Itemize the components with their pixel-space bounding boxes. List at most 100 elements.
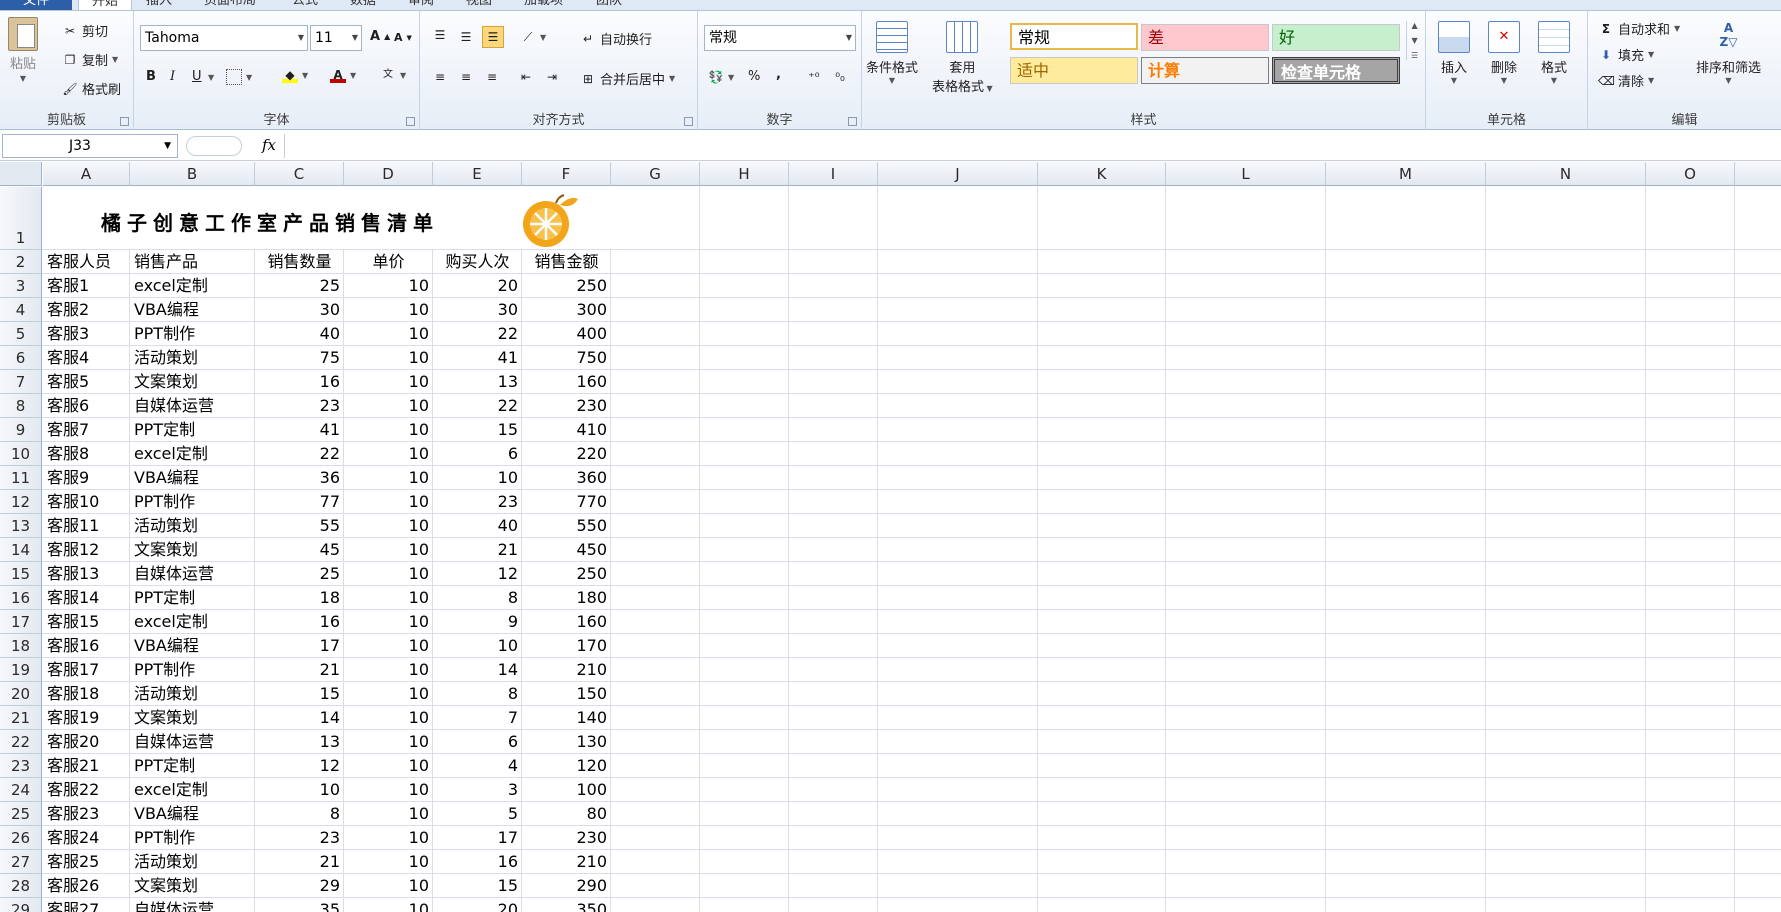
header-cell[interactable]: 销售产品 <box>130 250 255 274</box>
data-cell[interactable]: 750 <box>522 346 611 370</box>
formula-bar-expand-handle[interactable] <box>186 136 242 156</box>
underline-button[interactable]: U <box>192 69 202 84</box>
data-cell[interactable]: 7 <box>433 706 522 730</box>
data-cell[interactable]: 8 <box>433 682 522 706</box>
align-middle-button[interactable]: ☰ <box>458 29 474 45</box>
data-cell[interactable]: 客服10 <box>43 490 130 514</box>
data-cell[interactable]: 16 <box>255 610 344 634</box>
data-cell[interactable]: 10 <box>344 826 433 850</box>
data-cell[interactable]: 29 <box>255 874 344 898</box>
insert-function-icon[interactable]: fx <box>262 136 276 154</box>
format-cells-button[interactable]: 格式 ▼ <box>1538 21 1570 85</box>
row-header-15[interactable]: 15 <box>0 562 42 586</box>
tab-insert[interactable]: 插入 <box>146 0 172 10</box>
data-cell[interactable]: 770 <box>522 490 611 514</box>
merge-center-button[interactable]: ⊞ 合并后居中 ▼ <box>580 69 675 89</box>
data-cell[interactable]: 16 <box>433 850 522 874</box>
data-cell[interactable]: 10 <box>344 442 433 466</box>
data-cell[interactable]: 客服14 <box>43 586 130 610</box>
column-header-c[interactable]: C <box>255 162 344 186</box>
data-cell[interactable]: 自媒体运营 <box>130 562 255 586</box>
data-cell[interactable]: 170 <box>522 634 611 658</box>
row-header-10[interactable]: 10 <box>0 442 42 466</box>
data-cell[interactable]: 41 <box>433 346 522 370</box>
data-cell[interactable]: PPT制作 <box>130 826 255 850</box>
data-cell[interactable]: 410 <box>522 418 611 442</box>
data-cell[interactable]: 10 <box>344 562 433 586</box>
data-cell[interactable]: 30 <box>255 298 344 322</box>
data-cell[interactable]: 18 <box>255 586 344 610</box>
data-cell[interactable]: 5 <box>433 802 522 826</box>
data-cell[interactable]: 10 <box>344 274 433 298</box>
data-cell[interactable]: 客服26 <box>43 874 130 898</box>
data-cell[interactable]: 210 <box>522 658 611 682</box>
data-cell[interactable]: 活动策划 <box>130 514 255 538</box>
clear-button[interactable]: ⌫ 清除 ▼ <box>1598 71 1654 91</box>
row-header-16[interactable]: 16 <box>0 586 42 610</box>
data-cell[interactable]: VBA编程 <box>130 298 255 322</box>
data-cell[interactable]: 13 <box>433 370 522 394</box>
increase-indent-button[interactable]: ⇥ <box>544 69 560 85</box>
copy-button[interactable]: ❐ 复制 ▼ <box>62 50 119 70</box>
bold-button[interactable]: B <box>146 69 156 84</box>
data-cell[interactable]: 10 <box>344 898 433 912</box>
data-cell[interactable]: 230 <box>522 394 611 418</box>
format-painter-button[interactable]: 🖌 格式刷 <box>62 79 121 99</box>
style-calculation[interactable]: 计算 <box>1141 57 1269 84</box>
data-cell[interactable]: excel定制 <box>130 778 255 802</box>
tab-formulas[interactable]: 公式 <box>292 0 318 10</box>
data-cell[interactable]: 4 <box>433 754 522 778</box>
tab-data[interactable]: 数据 <box>350 0 376 10</box>
data-cell[interactable]: PPT制作 <box>130 658 255 682</box>
data-cell[interactable]: 8 <box>255 802 344 826</box>
data-cell[interactable]: 36 <box>255 466 344 490</box>
data-cell[interactable]: 10 <box>344 298 433 322</box>
data-cell[interactable]: 客服9 <box>43 466 130 490</box>
font-launcher-icon[interactable] <box>406 117 415 126</box>
data-cell[interactable]: 30 <box>433 298 522 322</box>
align-right-button[interactable]: ≡ <box>484 69 500 85</box>
border-button[interactable]: ▼ <box>226 69 252 85</box>
tab-review[interactable]: 审阅 <box>408 0 434 10</box>
tab-page-layout[interactable]: 页面布局 <box>204 0 256 10</box>
paste-button[interactable]: 粘贴 ▼ <box>8 17 38 83</box>
delete-cells-button[interactable]: ✕ 删除 ▼ <box>1488 21 1520 85</box>
data-cell[interactable]: 6 <box>433 442 522 466</box>
row-header-9[interactable]: 9 <box>0 418 42 442</box>
data-cell[interactable]: 150 <box>522 682 611 706</box>
data-cell[interactable]: 客服6 <box>43 394 130 418</box>
data-cell[interactable]: 250 <box>522 274 611 298</box>
data-cell[interactable]: 客服17 <box>43 658 130 682</box>
shrink-font-button[interactable]: A ▼ <box>394 31 412 44</box>
data-cell[interactable]: 21 <box>255 658 344 682</box>
data-cell[interactable]: 77 <box>255 490 344 514</box>
data-cell[interactable]: 14 <box>255 706 344 730</box>
data-cell[interactable]: 22 <box>433 394 522 418</box>
data-cell[interactable]: 10 <box>344 346 433 370</box>
data-cell[interactable]: 300 <box>522 298 611 322</box>
data-cell[interactable]: 290 <box>522 874 611 898</box>
conditional-format-button[interactable]: 条件格式 ▼ <box>866 21 918 85</box>
clipboard-launcher-icon[interactable] <box>120 117 129 126</box>
data-cell[interactable]: 活动策划 <box>130 346 255 370</box>
tab-view[interactable]: 视图 <box>466 0 492 10</box>
header-cell[interactable]: 销售数量 <box>255 250 344 274</box>
data-cell[interactable]: 客服11 <box>43 514 130 538</box>
align-bottom-button[interactable]: ☰ <box>482 26 504 48</box>
data-cell[interactable]: 20 <box>433 274 522 298</box>
data-cell[interactable]: 360 <box>522 466 611 490</box>
column-header-n[interactable]: N <box>1486 162 1646 186</box>
row-header-22[interactable]: 22 <box>0 730 42 754</box>
row-header-2[interactable]: 2 <box>0 250 42 274</box>
column-header-f[interactable]: F <box>522 162 611 186</box>
data-cell[interactable]: 40 <box>433 514 522 538</box>
data-cell[interactable]: 10 <box>344 634 433 658</box>
row-header-29[interactable]: 29 <box>0 898 42 912</box>
font-size-select[interactable]: 11 ▼ <box>310 25 362 51</box>
data-cell[interactable]: 230 <box>522 826 611 850</box>
row-header-4[interactable]: 4 <box>0 298 42 322</box>
data-cell[interactable]: 23 <box>433 490 522 514</box>
data-cell[interactable]: 文案策划 <box>130 706 255 730</box>
styles-gallery-scroll[interactable]: ▲ ▼ ☰ <box>1406 21 1418 60</box>
data-cell[interactable]: 41 <box>255 418 344 442</box>
